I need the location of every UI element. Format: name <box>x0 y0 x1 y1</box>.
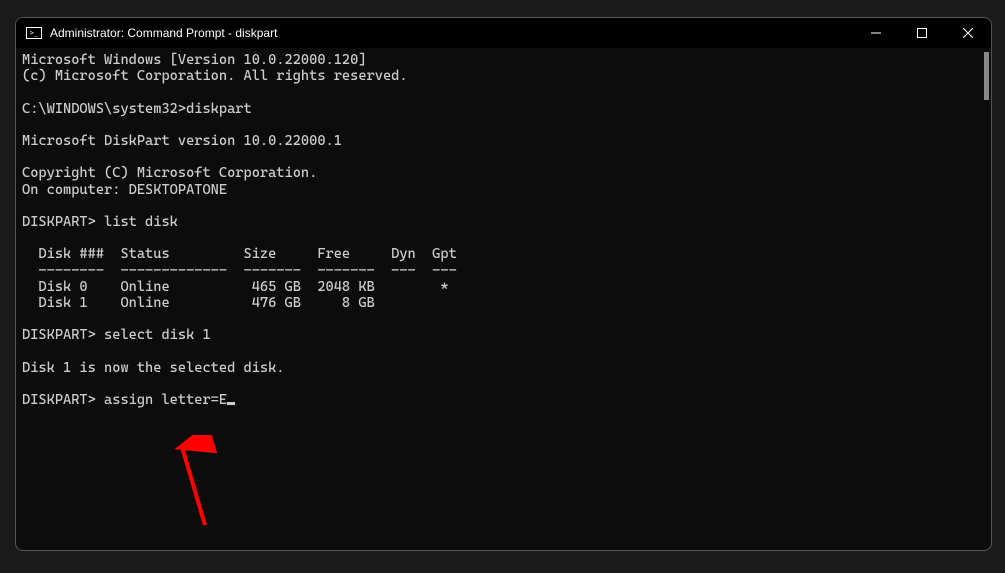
terminal-line: Disk 1 is now the selected disk. <box>22 360 985 376</box>
terminal-line: DISKPART> list disk <box>22 214 985 230</box>
terminal-content[interactable]: Microsoft Windows [Version 10.0.22000.12… <box>16 48 991 550</box>
close-button[interactable] <box>945 18 991 48</box>
terminal-line: On computer: DESKTOPATONE <box>22 182 985 198</box>
terminal-line <box>22 230 985 246</box>
terminal-line <box>22 311 985 327</box>
titlebar-left: Administrator: Command Prompt - diskpart <box>26 26 277 40</box>
terminal-line: Microsoft Windows [Version 10.0.22000.12… <box>22 52 985 68</box>
cmd-icon <box>26 27 42 39</box>
terminal-line: (c) Microsoft Corporation. All rights re… <box>22 68 985 84</box>
terminal-line <box>22 198 985 214</box>
terminal-line: Microsoft DiskPart version 10.0.22000.1 <box>22 133 985 149</box>
minimize-button[interactable] <box>853 18 899 48</box>
terminal-line <box>22 344 985 360</box>
close-icon <box>963 28 973 38</box>
window-title: Administrator: Command Prompt - diskpart <box>50 26 277 40</box>
maximize-icon <box>917 28 927 38</box>
terminal-line: Disk 1 Online 476 GB 8 GB <box>22 295 985 311</box>
terminal-line: DISKPART> assign letter=E <box>22 392 985 408</box>
terminal-line: Copyright (C) Microsoft Corporation. <box>22 165 985 181</box>
terminal-body[interactable]: Microsoft Windows [Version 10.0.22000.12… <box>16 48 991 550</box>
terminal-line <box>22 149 985 165</box>
minimize-icon <box>871 28 881 38</box>
command-prompt-window: Administrator: Command Prompt - diskpart… <box>15 17 992 551</box>
terminal-line <box>22 117 985 133</box>
terminal-line: C:\WINDOWS\system32>diskpart <box>22 101 985 117</box>
terminal-line: Disk 0 Online 465 GB 2048 KB * <box>22 279 985 295</box>
terminal-line <box>22 376 985 392</box>
terminal-line: DISKPART> select disk 1 <box>22 327 985 343</box>
text-cursor <box>227 402 235 405</box>
terminal-line: Disk ### Status Size Free Dyn Gpt <box>22 246 985 262</box>
titlebar[interactable]: Administrator: Command Prompt - diskpart <box>16 18 991 48</box>
maximize-button[interactable] <box>899 18 945 48</box>
terminal-line <box>22 84 985 100</box>
terminal-line: -------- ------------- ------- ------- -… <box>22 263 985 279</box>
scrollbar-thumb[interactable] <box>984 52 989 100</box>
window-controls <box>853 18 991 48</box>
